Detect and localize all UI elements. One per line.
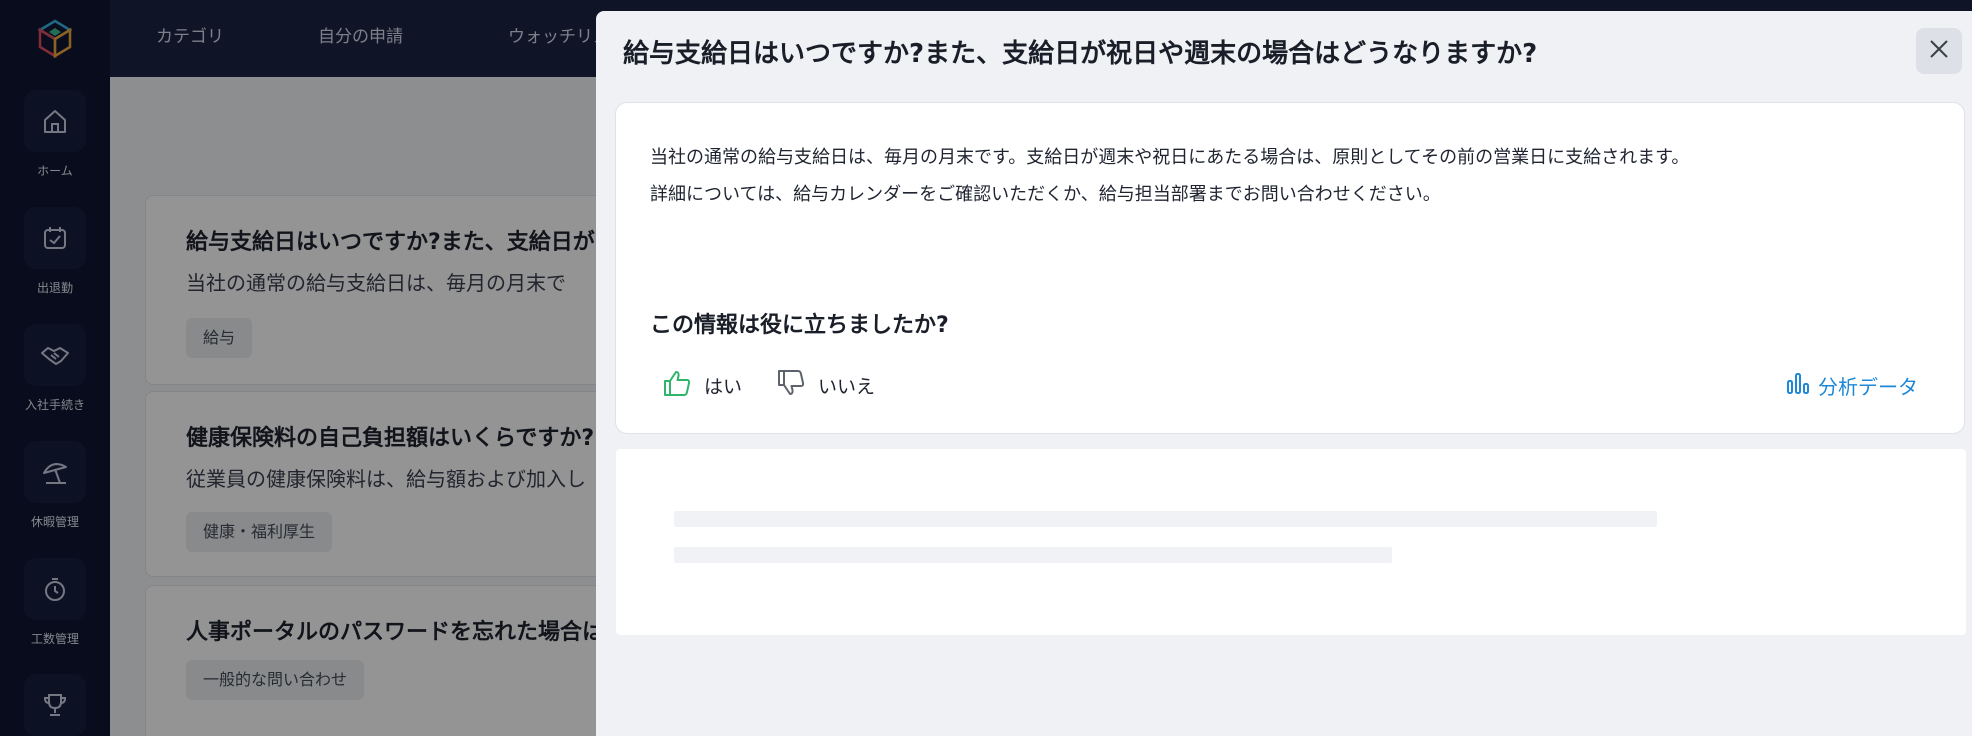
close-button[interactable] [1916,28,1962,74]
analytics-label: 分析データ [1818,374,1918,399]
answer-text: 当社の通常の給与支給日は、毎月の月末です。支給日が週末や祝日にあたる場合は、原則… [650,147,1690,168]
feedback-yes-button[interactable]: はい [662,363,742,407]
answer-card: 当社の通常の給与支給日は、毎月の月末です。支給日が週末や祝日にあたる場合は、原則… [615,102,1965,434]
faq-detail-modal: 給与支給日はいつですか?また、支給日が祝日や週末の場合はどうなりますか? 当社の… [596,11,1972,736]
modal-title: 給与支給日はいつですか?また、支給日が祝日や週末の場合はどうなりますか? [623,39,1538,69]
bar-chart-icon [1786,371,1810,399]
feedback-question: この情報は役に立ちましたか? [650,313,949,338]
loading-placeholder-card [616,449,1966,635]
answer-text: 詳細については、給与カレンダーをご確認いただくか、給与担当部署までお問い合わせく… [650,184,1441,205]
analytics-link[interactable]: 分析データ [1786,363,1918,407]
skeleton-line [674,511,1657,527]
thumbs-up-icon [662,368,692,402]
feedback-no-label: いいえ [818,375,876,398]
close-icon [1928,38,1950,64]
skeleton-line [674,547,1392,563]
feedback-yes-label: はい [704,375,743,398]
thumbs-down-icon [776,368,806,402]
feedback-no-button[interactable]: いいえ [776,363,875,407]
